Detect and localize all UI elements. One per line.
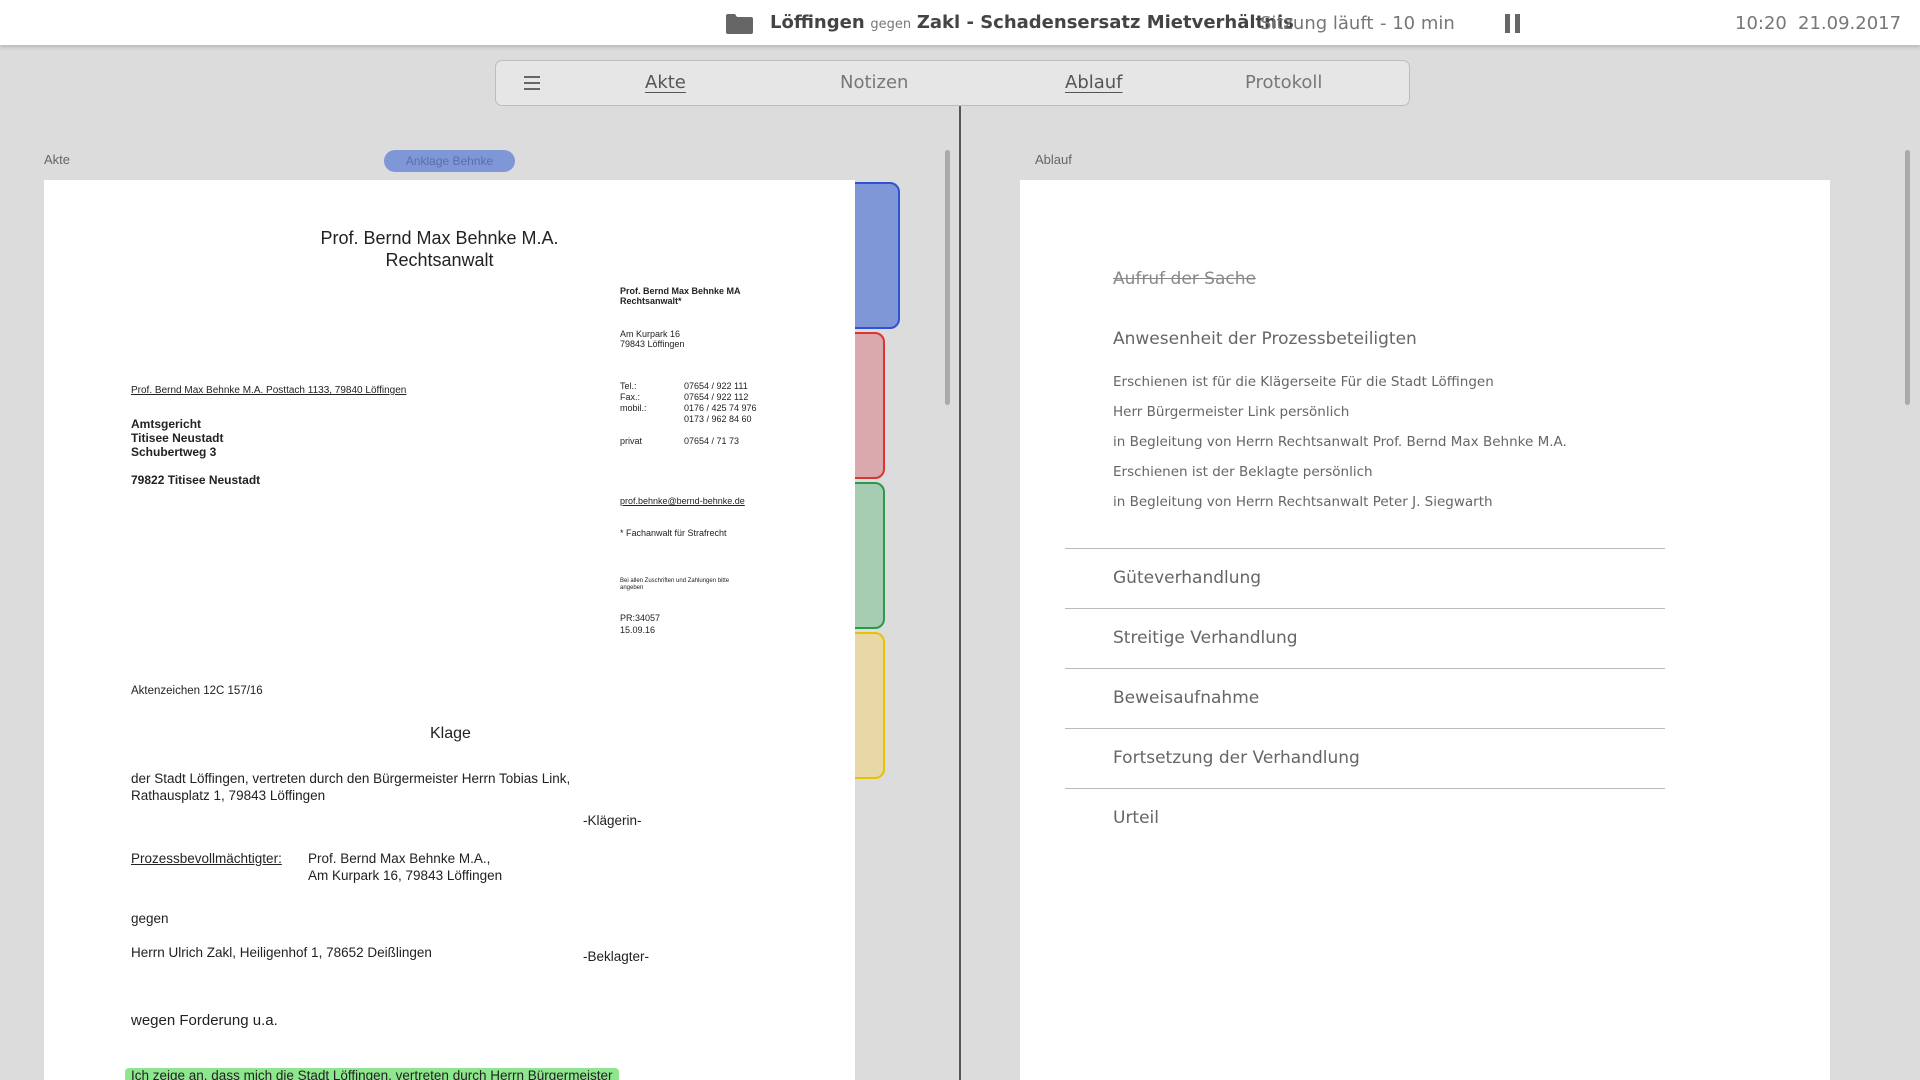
sender-email[interactable]: prof.behnke@bernd-behnke.de: [620, 496, 745, 506]
contact-value: 07654 / 922 112: [684, 392, 749, 402]
sender-street: Am Kurpark 16: [620, 329, 681, 339]
recipient-line: Titisee Neustadt: [131, 431, 224, 445]
reference-note: angeben: [620, 585, 644, 591]
contact-value: 07654 / 71 73: [684, 436, 740, 446]
akte-panel-label: Akte: [44, 152, 71, 167]
attendance-line: Erschienen ist für die Klägerseite Für d…: [1113, 374, 1494, 390]
contact-label: mobil.:: [620, 403, 647, 413]
letterhead-name: Prof. Bernd Max Behnke M.A.: [320, 228, 559, 248]
session-status: Sitzung läuft: [1260, 13, 1374, 34]
clock: 10:20: [1735, 13, 1787, 34]
contact-label: Fax.:: [620, 392, 641, 402]
panel-divider[interactable]: [959, 106, 961, 1080]
tab-notizen[interactable]: Notizen: [840, 72, 908, 93]
document-page: Prof. Bernd Max Behnke M.A. Rechtsanwalt…: [44, 180, 855, 1080]
pause-icon[interactable]: [1505, 14, 1521, 33]
sender-city: 79843 Löffingen: [620, 339, 685, 349]
tab-ablauf[interactable]: Ablauf: [1065, 72, 1123, 93]
case-party-plaintiff: Löffingen: [770, 12, 865, 33]
ablauf-item-done[interactable]: Aufruf der Sache: [1113, 269, 1256, 289]
section-fortsetzung[interactable]: Fortsetzung der Verhandlung: [1113, 748, 1360, 768]
section-divider: [1065, 788, 1665, 789]
reference-note: Bei allen Zuschriften und Zahlungen bitt…: [620, 578, 730, 584]
counsel-label: Prozessbevollmächtigter:: [131, 851, 282, 866]
section-divider: [1065, 728, 1665, 729]
tab-akte[interactable]: Akte: [645, 72, 686, 93]
specialty-note: * Fachanwalt für Strafrecht: [620, 528, 727, 538]
left-scrollbar[interactable]: [945, 150, 950, 405]
plaintiff-line: der Stadt Löffingen, vertreten durch den…: [131, 771, 571, 786]
case-title-rest: Zakl - Schadensersatz Mietverhältnis: [916, 12, 1294, 33]
contact-value: 0176 / 425 74 976: [684, 403, 757, 413]
section-streitige-verhandlung[interactable]: Streitige Verhandlung: [1113, 628, 1298, 648]
contact-value: 0173 / 962 84 60: [684, 414, 752, 424]
attendance-heading[interactable]: Anwesenheit der Prozessbeteiligten: [1113, 329, 1417, 349]
plaintiff-role: -Klägerin-: [583, 813, 642, 828]
contact-label: privat: [620, 436, 643, 446]
counsel-line: Am Kurpark 16, 79843 Löffingen: [308, 868, 503, 883]
attendance-line: in Begleitung von Herrn Rechtsanwalt Pet…: [1113, 494, 1493, 510]
attendance-line: in Begleitung von Herrn Rechtsanwalt Pro…: [1113, 434, 1567, 450]
case-versus: gegen: [870, 17, 912, 32]
sender-name: Prof. Bernd Max Behnke MA: [620, 286, 741, 296]
right-scrollbar[interactable]: [1905, 150, 1910, 405]
reference-date: 15.09.16: [620, 625, 656, 635]
counsel-line: Prof. Bernd Max Behnke M.A.,: [308, 851, 491, 866]
defendant-role: -Beklagter-: [583, 949, 650, 964]
attendance-line: Erschienen ist der Beklagte persönlich: [1113, 464, 1373, 480]
case-number: Aktenzeichen 12C 157/16: [131, 685, 263, 697]
section-divider: [1065, 548, 1665, 549]
document-tag[interactable]: Anklage Behnke: [384, 150, 515, 172]
date: 21.09.2017: [1798, 13, 1902, 34]
section-beweisaufnahme[interactable]: Beweisaufnahme: [1113, 688, 1259, 708]
contact-label: Tel.:: [620, 381, 637, 391]
session-time: - 10 min: [1380, 13, 1455, 34]
section-divider: [1065, 668, 1665, 669]
document-title: Klage: [430, 725, 471, 742]
subject-line: wegen Forderung u.a.: [131, 1012, 278, 1029]
return-address: Prof. Bernd Max Behnke M.A. Posttach 113…: [131, 385, 407, 396]
folder-icon[interactable]: [726, 14, 753, 34]
recipient-line: Schubertweg 3: [131, 445, 217, 459]
highlighted-text[interactable]: Ich zeige an, dass mich die Stadt Löffin…: [125, 1068, 619, 1080]
ablauf-page: Aufruf der Sache Anwesenheit der Prozess…: [1020, 180, 1830, 1080]
top-bar: Löffingen gegen Zakl - Schadensersatz Mi…: [0, 0, 1920, 45]
attendance-line: Herr Bürgermeister Link persönlich: [1113, 404, 1350, 420]
main-navigation: Akte Notizen Ablauf Protokoll: [495, 60, 1410, 106]
tab-protokoll[interactable]: Protokoll: [1245, 72, 1322, 93]
letterhead-title: Rechtsanwalt: [385, 250, 494, 270]
sender-title: Rechtsanwalt*: [620, 296, 682, 306]
menu-icon[interactable]: [524, 76, 540, 90]
case-title: Löffingen gegen Zakl - Schadensersatz Mi…: [770, 12, 1294, 33]
section-divider: [1065, 608, 1665, 609]
reference-number: PR:34057: [620, 613, 661, 623]
defendant-line: Herrn Ulrich Zakl, Heiligenhof 1, 78652 …: [131, 945, 432, 960]
contact-value: 07654 / 922 111: [684, 381, 748, 391]
section-gueteverhandlung[interactable]: Güteverhandlung: [1113, 568, 1261, 588]
recipient-line: 79822 Titisee Neustadt: [131, 473, 261, 487]
section-urteil[interactable]: Urteil: [1113, 808, 1159, 828]
recipient-line: Amtsgericht: [131, 417, 202, 431]
ablauf-panel-label: Ablauf: [1035, 152, 1072, 167]
plaintiff-line: Rathausplatz 1, 79843 Löffingen: [131, 788, 326, 803]
against-text: gegen: [131, 911, 169, 926]
